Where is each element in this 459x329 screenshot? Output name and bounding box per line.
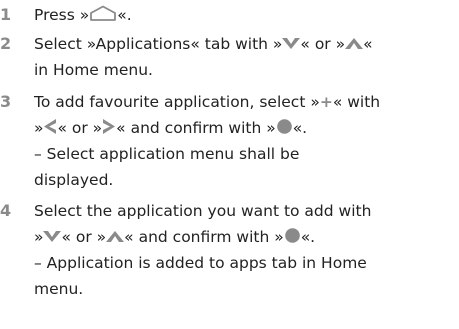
step-number: 1 <box>0 5 12 24</box>
step-text-part: « with <box>332 93 381 111</box>
step-text-part: « and confirm with » <box>116 119 276 137</box>
step-text-part: « or » <box>61 228 107 246</box>
step-text-part: « <box>363 35 373 53</box>
ok-button-icon <box>284 228 300 243</box>
chevron-down-icon <box>282 38 301 49</box>
step-number: 3 <box>0 92 12 111</box>
step-text-part: «. <box>292 119 308 137</box>
step-text-part: Press » <box>34 6 90 24</box>
chevron-up-icon <box>345 38 364 49</box>
chevron-left-icon <box>44 119 57 134</box>
step-text-line: in Home menu. <box>34 61 153 79</box>
step-text: To add favourite application, select »+«… <box>34 89 454 193</box>
chevron-up-icon <box>106 231 125 242</box>
step-number: 4 <box>0 201 12 220</box>
chevron-right-icon <box>103 119 116 134</box>
step-text-part: » <box>34 119 44 137</box>
step-text-line: Select the application you want to add w… <box>34 202 372 220</box>
step-text-part: «. <box>117 6 132 24</box>
step-text-line: menu. <box>34 280 84 298</box>
step-text-part: To add favourite application, select » <box>34 93 320 111</box>
instruction-steps: 1 Press » «. 2 Select »Applications« tab … <box>0 0 459 329</box>
step-text-part: « or » <box>57 119 103 137</box>
ok-button-icon <box>276 119 292 134</box>
step-text-line: – Application is added to apps tab in Ho… <box>34 254 367 272</box>
step-text-part: «. <box>300 228 316 246</box>
step-text-part: Select »Applications« tab with » <box>34 35 283 53</box>
home-icon <box>90 5 117 21</box>
step-text: Select »Applications« tab with » « or » « … <box>34 31 454 83</box>
step-text-line: – Select application menu shall be <box>34 145 300 163</box>
step-text-part: « or » <box>300 35 346 53</box>
step-text: Select the application you want to add w… <box>34 198 454 302</box>
plus-symbol: + <box>319 93 333 111</box>
step-text: Press » «. <box>34 2 454 28</box>
step-number: 2 <box>0 34 12 53</box>
chevron-down-icon <box>43 231 62 242</box>
step-text-part: « and confirm with » <box>124 228 284 246</box>
step-text-line: displayed. <box>34 171 114 189</box>
step-text-part: » <box>34 228 44 246</box>
